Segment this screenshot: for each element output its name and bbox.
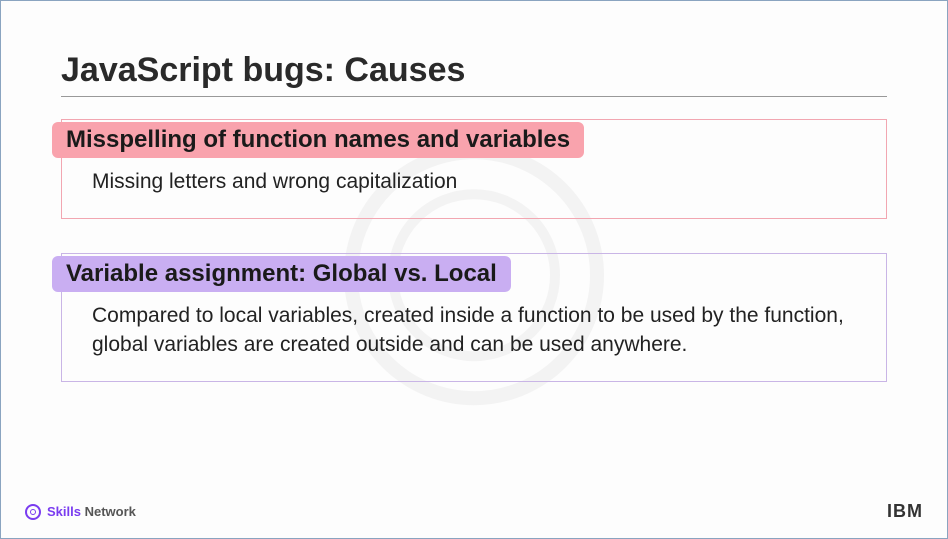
card-body: Compared to local variables, created ins… <box>92 302 856 359</box>
ibm-logo: IBM <box>887 501 923 522</box>
skills-network-icon <box>25 504 41 520</box>
network-word: Network <box>85 504 136 519</box>
footer: Skills Network IBM <box>25 501 923 522</box>
footer-left: Skills Network <box>25 504 136 520</box>
card-heading: Variable assignment: Global vs. Local <box>52 256 511 292</box>
skills-word: Skills <box>47 504 81 519</box>
card-misspelling: Misspelling of function names and variab… <box>61 119 887 219</box>
slide-title: JavaScript bugs: Causes <box>61 51 887 97</box>
card-body: Missing letters and wrong capitalization <box>92 168 856 196</box>
card-heading-wrap: Variable assignment: Global vs. Local <box>52 256 511 292</box>
skills-network-label: Skills Network <box>47 504 136 519</box>
card-heading-wrap: Misspelling of function names and variab… <box>52 122 584 158</box>
slide-content: JavaScript bugs: Causes Misspelling of f… <box>61 51 887 382</box>
card-heading: Misspelling of function names and variab… <box>52 122 584 158</box>
card-variable-assignment: Variable assignment: Global vs. Local Co… <box>61 253 887 382</box>
slide: JavaScript bugs: Causes Misspelling of f… <box>0 0 948 539</box>
